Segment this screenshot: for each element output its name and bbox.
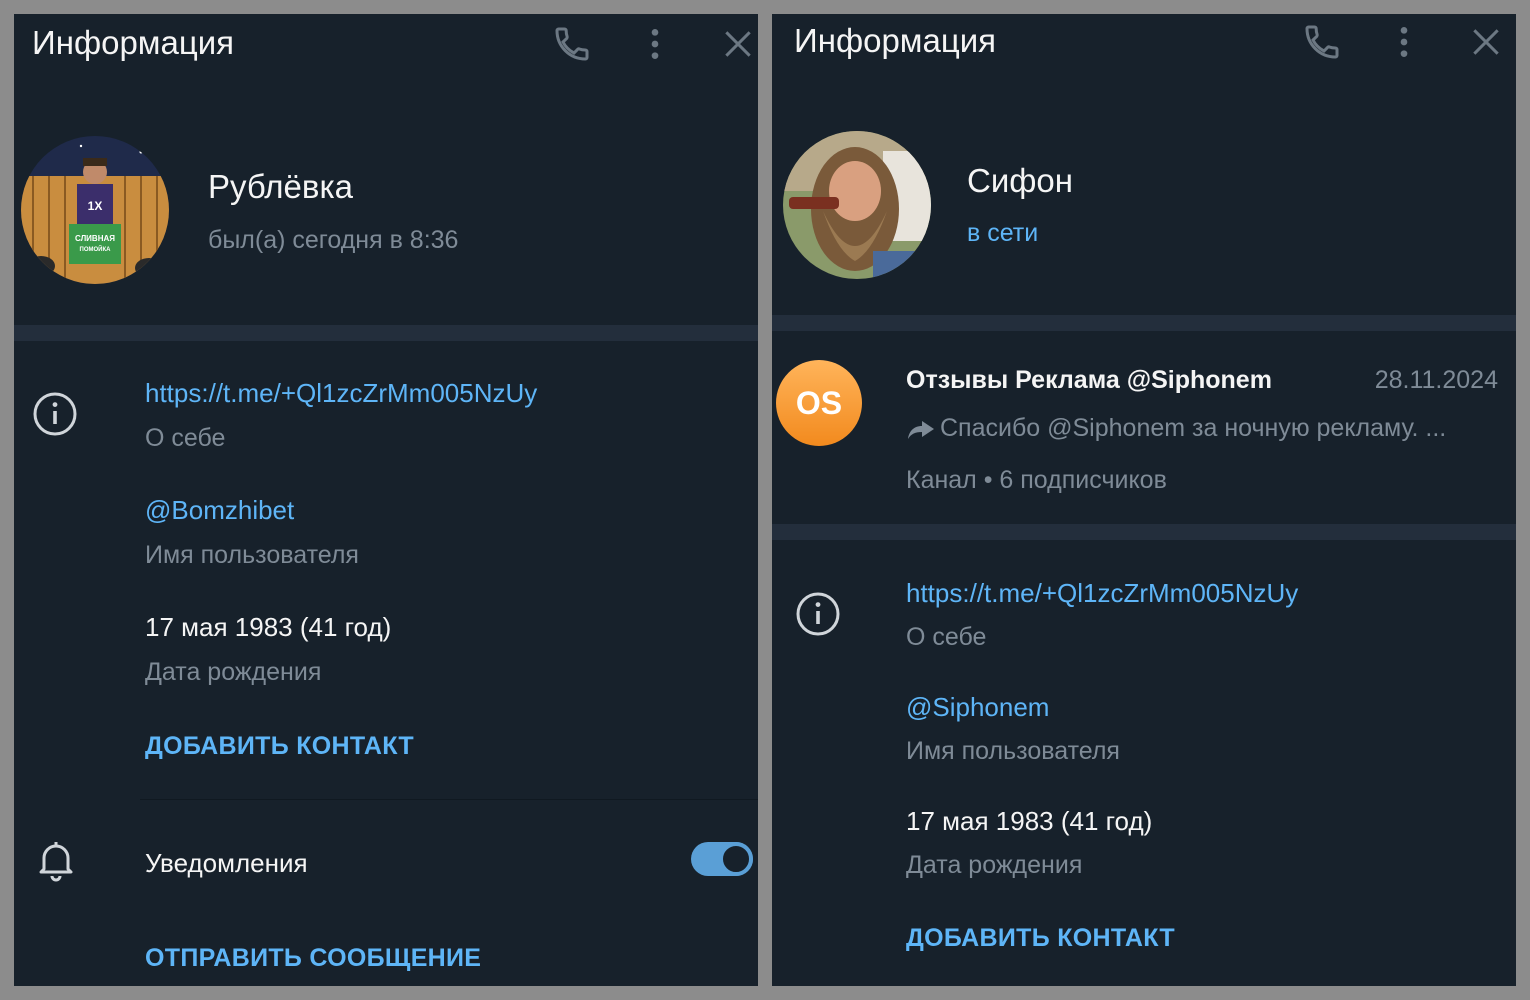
more-vertical-icon[interactable] [635,24,675,64]
profile-panel-right: Информация Сифон в сети OS Отзывы Реклам… [772,14,1516,986]
phone-icon[interactable] [1302,22,1342,62]
profile-panel-left: Информация 1X СЛИВНАЯ ПОМОЙКА Рублёвка б… [14,14,758,986]
username-label: Имя пользователя [906,737,1120,765]
channel-meta: Канал • 6 подписчиков [906,466,1167,494]
panel-title: Информация [794,22,997,59]
add-contact-button[interactable]: ДОБАВИТЬ КОНТАКТ [145,732,414,761]
birthday-label: Дата рождения [906,851,1083,879]
bell-icon [32,836,80,884]
notifications-toggle[interactable] [691,842,753,876]
birthday-value: 17 мая 1983 (41 год) [145,612,392,642]
invite-link[interactable]: https://t.me/+Ql1zcZrMm005NzUy [906,578,1298,609]
svg-text:ПОМОЙКА: ПОМОЙКА [80,245,112,253]
profile-avatar[interactable] [783,131,931,279]
profile-status: был(а) сегодня в 8:36 [208,226,459,254]
username-value[interactable]: @Bomzhibet [145,495,294,526]
divider [140,799,758,800]
close-icon[interactable] [1466,22,1506,62]
invite-link[interactable]: https://t.me/+Ql1zcZrMm005NzUy [145,378,537,409]
username-label: Имя пользователя [145,541,359,569]
bio-label: О себе [906,623,987,651]
username-value[interactable]: @Siphonem [906,692,1049,723]
info-icon [794,590,842,638]
panel-header: Информация [772,14,1516,78]
toggle-knob [719,842,753,876]
channel-title[interactable]: Отзывы Реклама @Siphonem [906,366,1272,395]
profile-name: Сифон [967,162,1073,199]
channel-preview-text: Спасибо @Siphonem за ночную рекламу. ... [940,414,1447,442]
section-separator [14,325,758,341]
phone-icon[interactable] [552,24,592,64]
profile-name: Рублёвка [208,168,353,205]
notifications-label: Уведомления [145,848,308,878]
info-icon [31,390,79,438]
panel-header: Информация [14,14,758,78]
birthday-value: 17 мая 1983 (41 год) [906,806,1153,836]
channel-avatar[interactable]: OS [776,360,862,446]
close-icon[interactable] [718,24,758,64]
birthday-label: Дата рождения [145,658,322,686]
panel-title: Информация [32,24,235,61]
send-message-button[interactable]: ОТПРАВИТЬ СООБЩЕНИЕ [145,944,481,973]
profile-avatar[interactable]: 1X СЛИВНАЯ ПОМОЙКА [21,136,169,284]
bio-label: О себе [145,424,226,452]
channel-preview[interactable]: Спасибо @Siphonem за ночную рекламу. ... [906,414,1496,443]
section-separator [772,315,1516,331]
add-contact-button[interactable]: ДОБАВИТЬ КОНТАКТ [906,924,1175,953]
channel-date: 28.11.2024 [1374,366,1498,394]
svg-text:СЛИВНАЯ: СЛИВНАЯ [75,234,115,243]
svg-text:1X: 1X [88,199,103,213]
more-vertical-icon[interactable] [1384,22,1424,62]
section-separator [772,524,1516,540]
forward-icon [908,420,934,439]
profile-status: в сети [967,219,1039,247]
